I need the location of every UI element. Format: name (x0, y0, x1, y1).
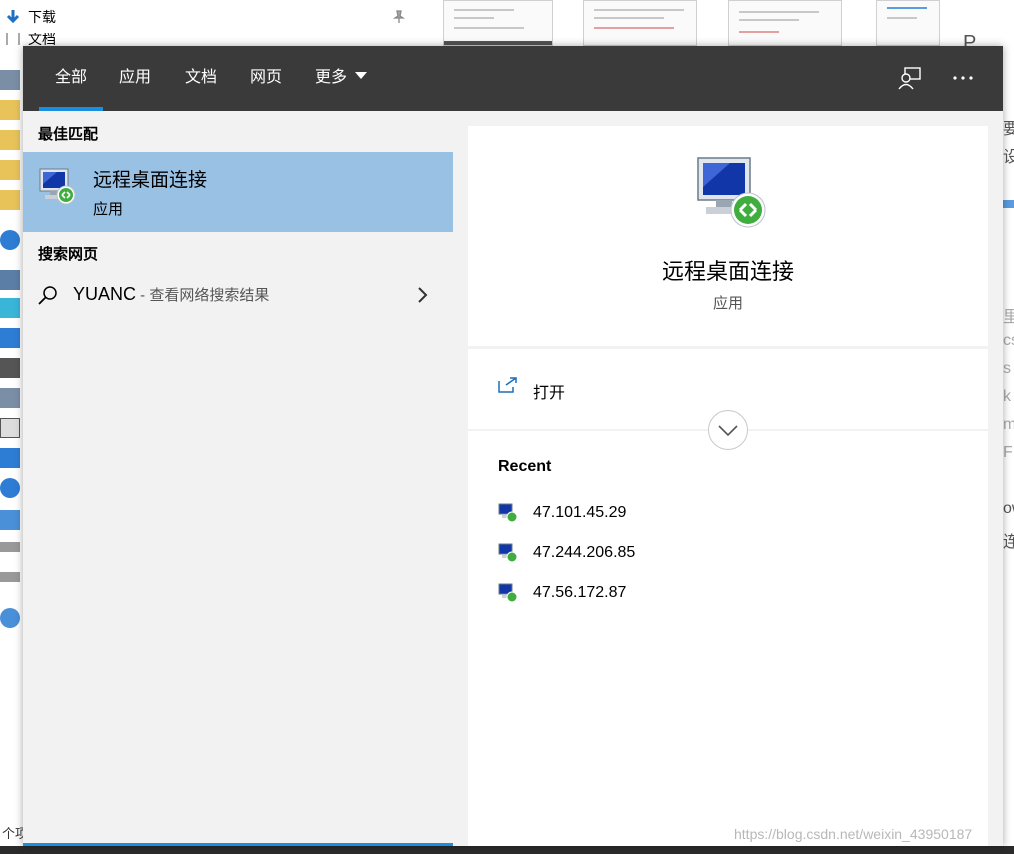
remote-desktop-icon (697, 157, 766, 228)
tab-apps[interactable]: 应用 (103, 46, 167, 111)
remote-desktop-icon (498, 503, 518, 523)
web-search-query: YUANC (73, 284, 137, 304)
folder-icon (0, 100, 20, 120)
tab-documents[interactable]: 文档 (169, 46, 233, 111)
results-column: 最佳匹配 远程桌面连接 应用 搜索网页 YUANC - 查看网络搜索结果 (23, 111, 453, 846)
remote-desktop-icon (39, 168, 76, 205)
thumbnail[interactable] (583, 0, 697, 46)
open-icon (498, 377, 517, 393)
best-match-item[interactable]: 远程桌面连接 应用 (23, 152, 453, 232)
video-icon (0, 358, 20, 378)
remote-desktop-icon (498, 583, 518, 603)
background-text: s (1003, 360, 1011, 377)
thumbnail[interactable] (443, 0, 553, 46)
nav-item-label: 下载 (28, 9, 56, 25)
detail-pane: 远程桌面连接 应用 打开 Recent 47.101.45.29 47.244.… (468, 126, 988, 846)
folder-icon (0, 130, 20, 150)
background-text: 里 (1003, 309, 1014, 326)
recent-item[interactable]: 47.56.172.87 (498, 581, 948, 611)
web-search-hint: - 查看网络搜索结果 (136, 287, 270, 304)
desktop-icon (0, 328, 20, 348)
search-icon (38, 286, 57, 305)
search-panel: 全部 应用 文档 网页 更多 最佳匹配 远程桌面连接 应用 搜索网页 YUANC… (23, 46, 1003, 846)
search-top-bar: 全部 应用 文档 网页 更多 (23, 46, 1003, 111)
best-match-name: 远程桌面连接 (93, 170, 208, 191)
music-icon (0, 478, 20, 498)
document-icon (0, 418, 20, 438)
background-text: m (1003, 416, 1014, 433)
network-icon (0, 608, 20, 628)
picture-icon (0, 388, 20, 408)
tab-web[interactable]: 网页 (234, 46, 298, 111)
pin-icon[interactable] (392, 10, 406, 24)
best-match-type: 应用 (93, 201, 124, 218)
nav-item-documents[interactable]: 文档 (0, 33, 56, 45)
chevron-down-icon (355, 72, 368, 80)
app-title: 远程桌面连接 (661, 259, 794, 284)
folder-icon (0, 190, 20, 210)
remote-desktop-icon (498, 543, 518, 563)
web-search-query-line: YUANC - 查看网络搜索结果 (73, 284, 269, 305)
open-label: 打开 (533, 385, 566, 402)
background-text: cs (1003, 332, 1014, 349)
download-arrow-icon (0, 448, 20, 468)
more-options-icon[interactable] (949, 64, 977, 92)
recent-item-label: 47.56.172.87 (533, 584, 627, 601)
recent-item[interactable]: 47.101.45.29 (498, 501, 948, 531)
best-match-header: 最佳匹配 (38, 126, 99, 143)
drive-icon (0, 542, 20, 552)
document-icon (6, 33, 20, 45)
background-text: 设 (1003, 149, 1014, 166)
background-text: k (1003, 388, 1011, 405)
drive-icon (0, 572, 20, 582)
recent-item[interactable]: 47.244.206.85 (498, 541, 948, 571)
tab-more[interactable]: 更多 (299, 46, 383, 111)
thumbnail[interactable] (876, 0, 940, 46)
web-search-item[interactable]: YUANC - 查看网络搜索结果 (23, 274, 453, 318)
background-text: 连 (1003, 534, 1014, 551)
tab-more-label: 更多 (315, 69, 348, 86)
nav-item-label: 文档 (28, 33, 56, 45)
3d-objects-icon (0, 298, 20, 318)
background-text: F (1003, 444, 1013, 461)
recent-header: Recent (498, 458, 552, 475)
nav-item-downloads[interactable]: 下载 (0, 5, 56, 29)
watermark: https://blog.csdn.net/weixin_43950187 (734, 826, 973, 842)
background-accent (1003, 200, 1014, 208)
recent-item-label: 47.101.45.29 (533, 504, 627, 521)
thumbnail[interactable] (728, 0, 842, 46)
windows-drive-icon (0, 510, 20, 530)
web-search-header: 搜索网页 (38, 246, 99, 263)
recent-card: Recent 47.101.45.29 47.244.206.85 47.56.… (468, 431, 988, 846)
expand-chevron-icon[interactable] (708, 410, 748, 450)
taskbar-strip (0, 846, 1014, 854)
picture-icon (0, 70, 20, 90)
background-text: 要 (1003, 121, 1014, 138)
chevron-right-icon[interactable] (416, 286, 430, 304)
folder-icon (0, 160, 20, 180)
cloud-icon (0, 230, 20, 250)
download-arrow-icon (6, 10, 20, 24)
tab-all[interactable]: 全部 (39, 46, 104, 111)
computer-icon (0, 270, 20, 290)
app-subtitle: 应用 (712, 295, 743, 312)
app-header-card: 远程桌面连接 应用 (468, 126, 988, 346)
background-text: ow (1003, 500, 1014, 517)
recent-item-label: 47.244.206.85 (533, 544, 636, 561)
search-box-underline (23, 843, 453, 846)
feedback-icon[interactable] (896, 64, 924, 92)
